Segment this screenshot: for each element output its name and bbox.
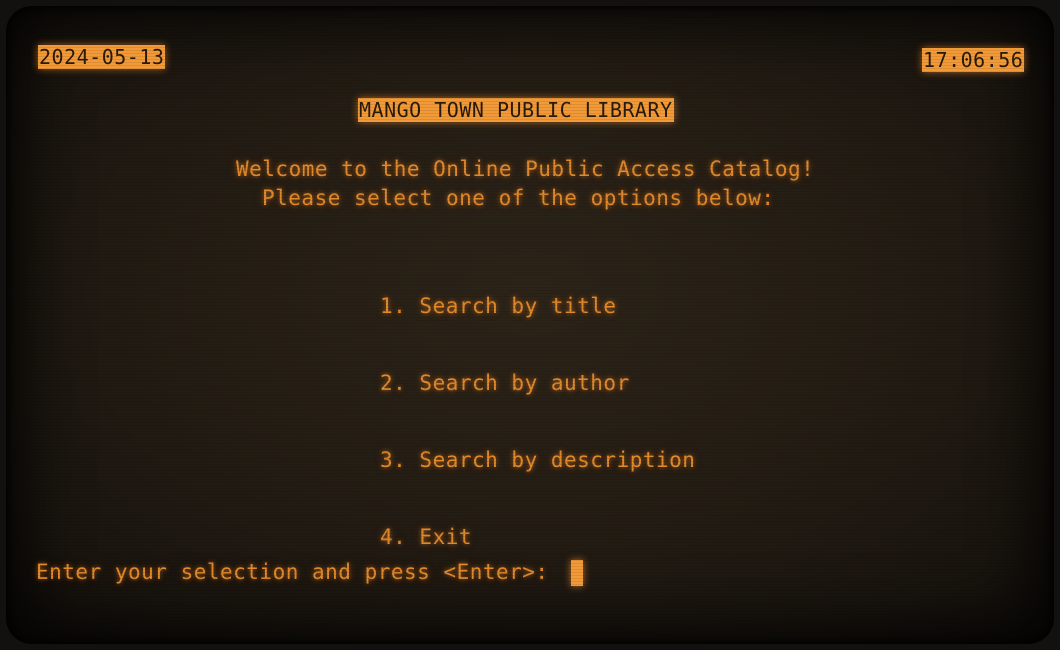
date-display: 2024-05-13 [38, 45, 166, 69]
time-display: 17:06:56 [922, 48, 1025, 72]
menu-item-search-description[interactable]: 3. Search by description [380, 446, 695, 475]
selection-prompt: Enter your selection and press <Enter>: [36, 560, 549, 584]
menu-item-exit[interactable]: 4. Exit [380, 523, 695, 552]
menu-item-search-title[interactable]: 1. Search by title [380, 292, 695, 321]
crt-screen: 2024-05-13 17:06:56 MANGO TOWN PUBLIC LI… [6, 6, 1054, 644]
welcome-message: Welcome to the Online Public Access Cata… [236, 157, 815, 181]
instruction-message: Please select one of the options below: [262, 186, 775, 210]
monitor-bezel: 2024-05-13 17:06:56 MANGO TOWN PUBLIC LI… [0, 0, 1060, 650]
menu-item-search-author[interactable]: 2. Search by author [380, 369, 695, 398]
page-title: MANGO TOWN PUBLIC LIBRARY [358, 98, 674, 122]
main-menu: 1. Search by title 2. Search by author 3… [380, 244, 695, 600]
input-cursor[interactable] [571, 560, 583, 586]
